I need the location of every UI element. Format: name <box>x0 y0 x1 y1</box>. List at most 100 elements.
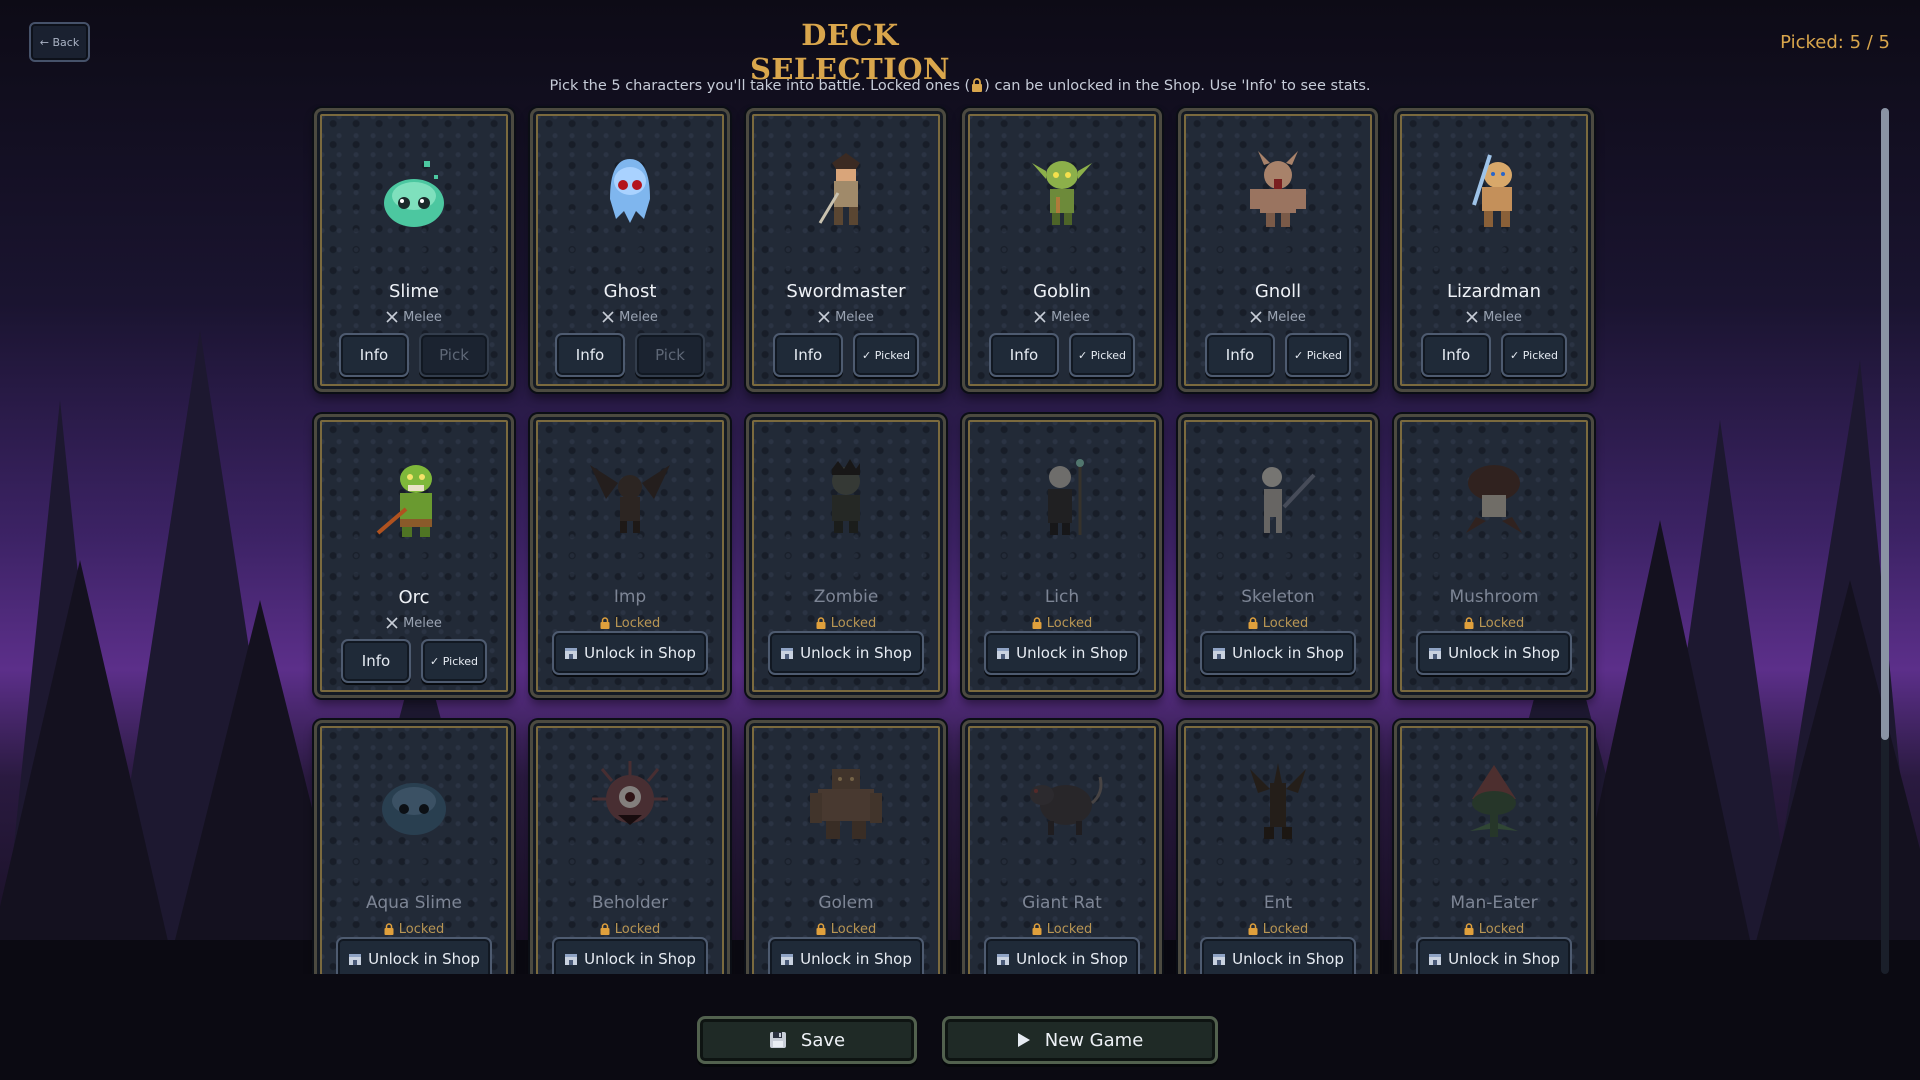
pick-button[interactable]: Pick <box>635 333 705 377</box>
card-actions: Info ✓ Picked <box>965 333 1159 377</box>
card-actions: Info ✓ Picked <box>1181 333 1375 377</box>
ghost-icon <box>610 159 650 223</box>
locked-label: Locked <box>1478 616 1525 631</box>
melee-label: Melee <box>1051 310 1090 325</box>
lock-icon <box>600 617 610 629</box>
lock-icon <box>816 923 826 935</box>
info-button[interactable]: Info <box>1421 333 1491 377</box>
card-actions: Unlock in Shop <box>317 937 511 974</box>
card-name: Zombie <box>813 587 879 607</box>
unlock-in-shop-button[interactable]: Unlock in Shop <box>336 937 492 974</box>
character-grid-viewport[interactable]: Slime Melee Info Pick Ghost Melee Info Pick Swor… <box>300 104 1630 974</box>
shop-icon <box>781 648 794 659</box>
shop-icon <box>997 954 1010 965</box>
new-game-button[interactable]: New Game <box>942 1016 1218 1064</box>
lizardman-icon <box>1472 154 1512 227</box>
character-card-aqua-slime: Aqua Slime Locked Unlock in Shop <box>314 720 514 974</box>
info-button[interactable]: Info <box>339 333 409 377</box>
character-card-orc: Orc Melee Info ✓ Picked <box>314 414 514 698</box>
picked-button[interactable]: ✓ Picked <box>1501 333 1567 377</box>
beholder-icon <box>592 761 668 825</box>
save-label: Save <box>800 1029 846 1051</box>
card-locked-status: Locked <box>965 616 1159 631</box>
instructions-text-end: ) can be unlocked in the Shop. Use 'Info… <box>984 78 1371 94</box>
character-card-man-eater: Man-Eater Locked Unlock in Shop <box>1394 720 1594 974</box>
unlock-in-shop-button[interactable]: Unlock in Shop <box>552 631 708 675</box>
shop-icon <box>1429 648 1442 659</box>
info-button[interactable]: Info <box>773 333 843 377</box>
info-button[interactable]: Info <box>989 333 1059 377</box>
card-actions: Info Pick <box>317 333 511 377</box>
melee-label: Melee <box>403 616 442 631</box>
unlock-in-shop-button[interactable]: Unlock in Shop <box>984 631 1140 675</box>
scrollbar[interactable] <box>1881 108 1889 974</box>
unlock-in-shop-button[interactable]: Unlock in Shop <box>768 631 924 675</box>
save-button[interactable]: Save <box>697 1016 917 1064</box>
swordmaster-icon <box>818 153 860 225</box>
card-locked-status: Locked <box>1181 616 1375 631</box>
scrollbar-thumb[interactable] <box>1881 108 1889 740</box>
melee-label: Melee <box>835 310 874 325</box>
aqua-slime-icon <box>382 783 446 835</box>
locked-label: Locked <box>830 616 877 631</box>
instructions-text-start: Pick the 5 characters you'll take into b… <box>549 78 971 94</box>
goblin-icon <box>1032 161 1092 225</box>
character-card-ent: Ent Locked Unlock in Shop <box>1178 720 1378 974</box>
locked-label: Locked <box>614 616 661 631</box>
info-button[interactable]: Info <box>1205 333 1275 377</box>
lock-icon <box>600 923 610 935</box>
info-button[interactable]: Info <box>555 333 625 377</box>
picked-button[interactable]: ✓ Picked <box>1069 333 1135 377</box>
picked-button[interactable]: ✓ Picked <box>853 333 919 377</box>
unlock-in-shop-button[interactable]: Unlock in Shop <box>768 937 924 974</box>
card-name: Man-Eater <box>1450 893 1538 913</box>
character-card-imp: Imp Locked Unlock in Shop <box>530 414 730 698</box>
unlock-in-shop-button[interactable]: Unlock in Shop <box>552 937 708 974</box>
info-button[interactable]: Info <box>341 639 411 683</box>
character-card-golem: Golem Locked Unlock in Shop <box>746 720 946 974</box>
card-name: Goblin <box>1033 281 1091 302</box>
character-card-beholder: Beholder Locked Unlock in Shop <box>530 720 730 974</box>
card-name: Orc <box>398 587 430 608</box>
man-eater-icon <box>1470 765 1518 837</box>
card-locked-status: Locked <box>317 922 511 937</box>
lock-icon <box>1032 617 1042 629</box>
unlock-in-shop-button[interactable]: Unlock in Shop <box>984 937 1140 974</box>
card-actions: Info Pick <box>533 333 727 377</box>
crossed-swords-icon <box>1034 311 1046 323</box>
card-type: Melee <box>317 616 511 631</box>
unlock-label: Unlock in Shop <box>1448 950 1560 968</box>
unlock-in-shop-button[interactable]: Unlock in Shop <box>1200 631 1356 675</box>
card-name: Mushroom <box>1449 587 1539 607</box>
melee-label: Melee <box>1483 310 1522 325</box>
card-name: Lich <box>1044 587 1080 607</box>
character-card-ghost: Ghost Melee Info Pick <box>530 108 730 392</box>
unlock-label: Unlock in Shop <box>1448 644 1560 662</box>
unlock-in-shop-button[interactable]: Unlock in Shop <box>1416 631 1572 675</box>
card-name: Aqua Slime <box>366 893 462 913</box>
card-actions: Unlock in Shop <box>1397 937 1591 974</box>
card-actions: Unlock in Shop <box>533 631 727 675</box>
card-name: Ent <box>1263 893 1293 913</box>
orc-icon <box>376 465 432 537</box>
crossed-swords-icon <box>1250 311 1262 323</box>
pick-button[interactable]: Pick <box>419 333 489 377</box>
card-actions: Unlock in Shop <box>1181 937 1375 974</box>
back-button[interactable]: ← Back <box>29 22 90 62</box>
crossed-swords-icon <box>386 311 398 323</box>
slime-icon <box>384 161 444 227</box>
unlock-in-shop-button[interactable]: Unlock in Shop <box>1200 937 1356 974</box>
character-card-swordmaster: Swordmaster Melee Info ✓ Picked <box>746 108 946 392</box>
picked-button[interactable]: ✓ Picked <box>421 639 487 683</box>
card-actions: Info ✓ Picked <box>1397 333 1591 377</box>
card-actions: Unlock in Shop <box>1181 631 1375 675</box>
card-actions: Unlock in Shop <box>965 631 1159 675</box>
unlock-label: Unlock in Shop <box>1232 644 1344 662</box>
shop-icon <box>781 954 794 965</box>
locked-label: Locked <box>830 922 877 937</box>
picked-button[interactable]: ✓ Picked <box>1285 333 1351 377</box>
picked-counter: Picked: 5 / 5 <box>1780 32 1890 53</box>
unlock-in-shop-button[interactable]: Unlock in Shop <box>1416 937 1572 974</box>
new-game-label: New Game <box>1044 1029 1144 1051</box>
locked-label: Locked <box>614 922 661 937</box>
